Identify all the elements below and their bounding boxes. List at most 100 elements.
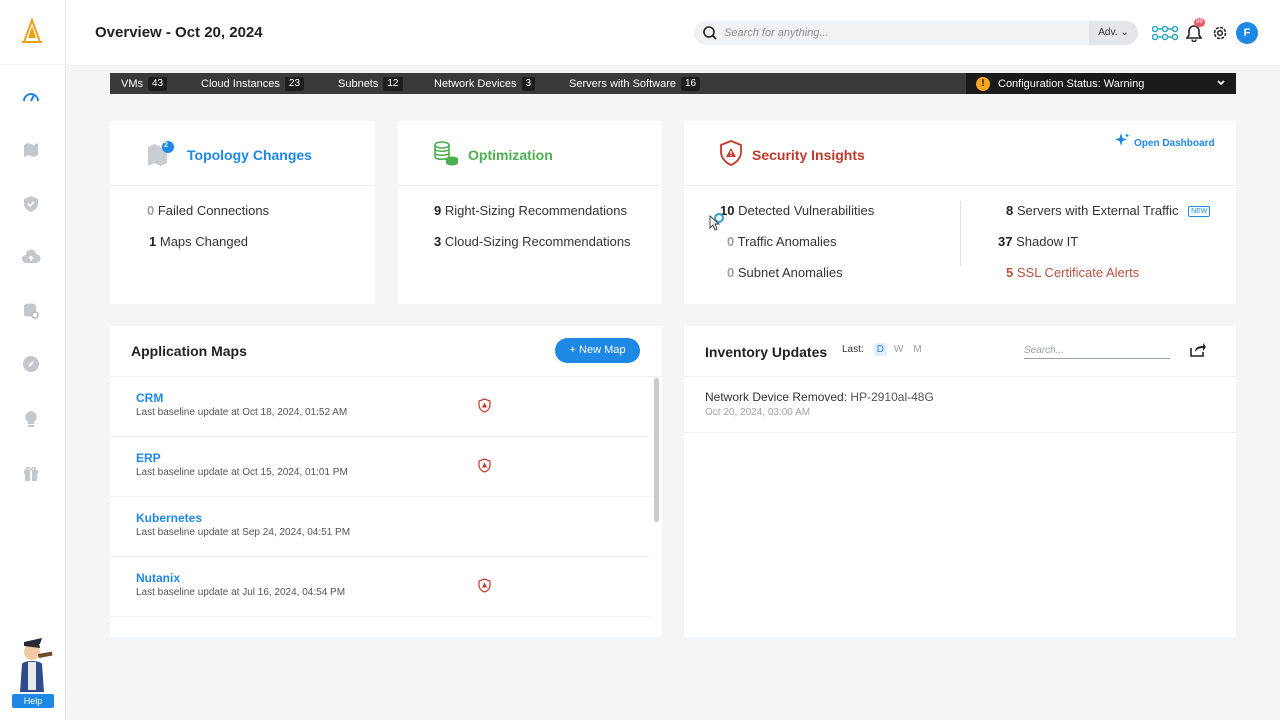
stat-value: 8 (1006, 203, 1014, 218)
topology-network-icon[interactable] (1152, 21, 1178, 45)
count-cloud-instances[interactable]: Cloud Instances 23 (201, 76, 305, 91)
app-logo-icon[interactable] (18, 17, 46, 46)
dashboard-gauge-icon[interactable] (20, 86, 42, 108)
update-description: Network Device Removed: HP-2910al-48G (705, 390, 934, 404)
new-map-button[interactable]: + New Map (555, 338, 640, 363)
count-label: Network Devices (434, 77, 517, 90)
app-map-row-crm[interactable]: CRM Last baseline update at Oct 18, 2024… (110, 377, 650, 437)
search-icon (702, 25, 718, 44)
app-map-row-erp[interactable]: ERP Last baseline update at Oct 15, 2024… (110, 437, 650, 497)
period-week[interactable]: W (891, 343, 906, 356)
gift-icon[interactable] (20, 462, 42, 484)
count-subnets[interactable]: Subnets 12 (338, 76, 403, 91)
traffic-anomalies-stat[interactable]: 0 Traffic Anomalies (727, 234, 837, 249)
sidebar-divider (0, 64, 66, 65)
help-label[interactable]: Help (12, 694, 54, 708)
period-day[interactable]: D (873, 343, 887, 356)
security-alert-shield-icon[interactable] (478, 458, 491, 476)
gear-icon[interactable] (1210, 21, 1230, 45)
cloud-sizing-stat[interactable]: 3 Cloud-Sizing Recommendations (434, 234, 631, 249)
detected-vulnerabilities-stat[interactable]: 10 Detected Vulnerabilities (720, 203, 874, 218)
lightbulb-icon[interactable] (20, 408, 42, 430)
user-avatar[interactable]: F (1236, 22, 1258, 44)
card-title[interactable]: Topology Changes (187, 147, 312, 163)
sidebar: Help (0, 0, 66, 720)
update-label: Network Device Removed: (705, 390, 848, 404)
new-map-label: New Map (579, 344, 626, 356)
panel-title: Inventory Updates (705, 344, 828, 360)
mouse-cursor (709, 212, 729, 237)
app-map-baseline: Last baseline update at Oct 15, 2024, 01… (136, 467, 348, 478)
count-network-devices[interactable]: Network Devices 3 (434, 76, 536, 91)
stat-value: 1 (149, 234, 157, 249)
stat-value: 3 (434, 234, 442, 249)
count-value: 12 (383, 76, 403, 91)
map-icon[interactable] (20, 139, 42, 161)
app-map-row-kubernetes[interactable]: Kubernetes Last baseline update at Sep 2… (110, 497, 650, 557)
inventory-update-row[interactable]: Network Device Removed: HP-2910al-48G Oc… (684, 377, 1237, 433)
app-map-name[interactable]: Kubernetes (136, 511, 202, 525)
database-search-icon[interactable] (20, 300, 42, 322)
inventory-search-input[interactable] (1024, 342, 1170, 359)
help-assistant[interactable]: Help (10, 632, 56, 708)
chevron-down-icon: ⌄ (1120, 27, 1129, 38)
external-traffic-stat[interactable]: 8 Servers with External Traffic NEW (1006, 203, 1211, 218)
chevron-down-icon (1216, 78, 1226, 91)
app-map-name[interactable]: Nutanix (136, 571, 180, 585)
count-value: 16 (680, 76, 701, 91)
security-insights-card: Security Insights Open Dashboard 10 Dete… (684, 121, 1236, 304)
configuration-status-dropdown[interactable]: ! Configuration Status: Warning (966, 73, 1236, 94)
sparkle-icon (1114, 132, 1130, 151)
new-badge: NEW (1188, 206, 1211, 217)
stat-label: Subnet Anomalies (737, 265, 843, 280)
update-time: Oct 20, 2024, 03:00 AM (705, 407, 811, 418)
period-label: Last: (842, 344, 864, 355)
advanced-search-button[interactable]: Adv. ⌄ (1089, 21, 1138, 45)
app-map-baseline: Last baseline update at Oct 18, 2024, 01… (136, 407, 348, 418)
shadow-it-stat[interactable]: 37 Shadow IT (998, 234, 1078, 249)
cloud-upload-icon[interactable] (20, 246, 42, 268)
plus-icon: + (569, 344, 576, 356)
count-value: 43 (148, 76, 168, 91)
count-servers-with-software[interactable]: Servers with Software 16 (569, 76, 701, 91)
open-dashboard-link[interactable]: Open Dashboard (1134, 138, 1215, 149)
subnet-anomalies-stat[interactable]: 0 Subnet Anomalies (727, 265, 843, 280)
stat-value: 37 (998, 234, 1013, 249)
search-input[interactable] (724, 24, 1084, 42)
assistant-character-icon (20, 638, 53, 692)
stat-label: Detected Vulnerabilities (738, 203, 875, 218)
count-value: 3 (521, 76, 536, 91)
global-search[interactable]: Adv. ⌄ (694, 21, 1138, 45)
update-device[interactable]: HP-2910al-48G (850, 390, 933, 404)
security-alert-shield-icon[interactable] (478, 578, 491, 596)
app-map-row-nutanix[interactable]: Nutanix Last baseline update at Jul 16, … (110, 557, 650, 617)
card-title[interactable]: Security Insights (752, 147, 865, 163)
shield-check-icon[interactable] (20, 193, 42, 215)
topology-badge: 2 (164, 142, 168, 149)
security-shield-icon (719, 140, 743, 169)
adv-label: Adv. (1098, 27, 1118, 38)
security-alert-shield-icon[interactable] (478, 398, 491, 416)
app-map-name[interactable]: ERP (136, 451, 161, 465)
optimization-card: Optimization 9 Right-Sizing Recommendati… (398, 121, 662, 304)
compass-icon[interactable] (20, 353, 42, 375)
column-divider (960, 201, 961, 267)
scrollbar-thumb[interactable] (654, 378, 659, 522)
notification-count-badge: 99 (1194, 18, 1205, 27)
period-month[interactable]: M (910, 343, 924, 356)
failed-connections-stat[interactable]: 0 Failed Connections (147, 203, 269, 218)
share-export-icon[interactable] (1189, 342, 1207, 361)
ssl-certificate-alerts-stat[interactable]: 5 SSL Certificate Alerts (1006, 265, 1139, 280)
count-label: Subnets (338, 77, 379, 90)
config-status-text: Configuration Status: Warning (998, 77, 1145, 90)
stat-value: 0 (727, 265, 735, 280)
count-label: Cloud Instances (201, 77, 280, 90)
right-sizing-stat[interactable]: 9 Right-Sizing Recommendations (434, 203, 627, 218)
maps-changed-stat[interactable]: 1 Maps Changed (149, 234, 248, 249)
card-title[interactable]: Optimization (468, 147, 553, 163)
stat-label: Maps Changed (159, 234, 249, 249)
app-map-name[interactable]: CRM (136, 391, 163, 405)
notifications-bell-icon[interactable]: 99 (1184, 18, 1205, 45)
count-vms[interactable]: VMs 43 (121, 76, 168, 91)
count-label: VMs (121, 77, 143, 90)
